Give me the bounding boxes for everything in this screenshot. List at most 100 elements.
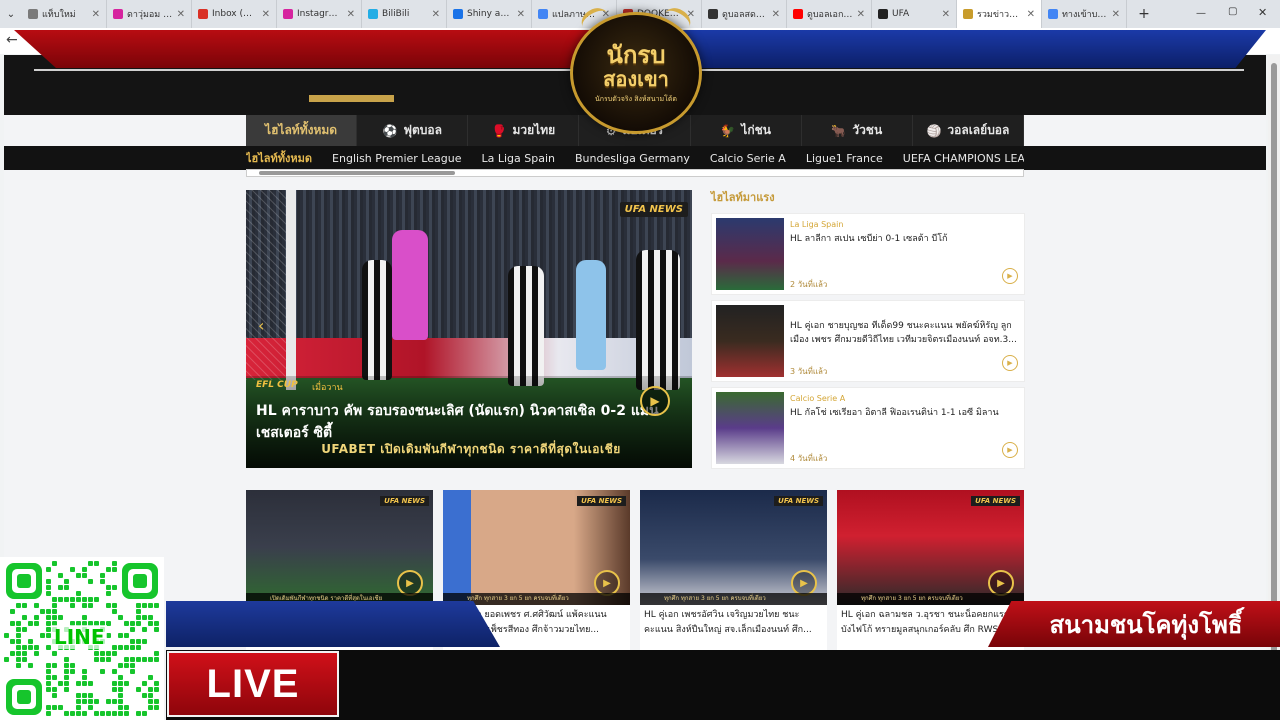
qr-module	[100, 651, 105, 656]
video-title[interactable]: HL คู่เอก เพชรอัศวิน เจริญมวยไทย ชนะ คะแ…	[644, 608, 822, 638]
browser-tab[interactable]: รวมข่าวกีฬา ข่า ✕	[957, 0, 1042, 28]
tab-label: แท็บใหม่	[42, 10, 76, 20]
play-icon[interactable]: ▶	[1002, 355, 1018, 371]
qr-module	[88, 597, 93, 602]
hero-highlight[interactable]: UFA NEWS EFL CUP เมื่อวาน HL คาราบาว คัพ…	[246, 190, 692, 468]
browser-tab[interactable]: BiliBili ✕	[362, 0, 447, 28]
thumbnail-strip: ทุกศึก ทุกสาย 3 ยก 5 ยก ครบจบที่เดียว	[640, 593, 827, 605]
tab-close-icon[interactable]: ✕	[772, 9, 780, 20]
tab-favicon-icon	[1048, 9, 1058, 19]
trending-title-text[interactable]: HL กัลโช่ เซเรียอา อิตาลี ฟิออเรนติน่า 1…	[790, 406, 1018, 420]
play-icon[interactable]: ▶	[640, 386, 670, 416]
nav-tab-label: ไก่ชน	[741, 123, 771, 137]
browser-tab[interactable]: Instagram ✕	[277, 0, 362, 28]
qr-module	[130, 657, 135, 662]
trending-title-text[interactable]: HL ลาลีกา สเปน เซบีย่า 0-1 เซลต้า บีโก้	[790, 232, 1018, 246]
tab-favicon-icon	[878, 9, 888, 19]
goalkeeper-figure	[392, 230, 428, 340]
goal-net	[246, 190, 286, 380]
tab-close-icon[interactable]: ✕	[92, 9, 100, 20]
tab-close-icon[interactable]: ✕	[177, 9, 185, 20]
trending-card[interactable]: La Liga Spain HL ลาลีกา สเปน เซบีย่า 0-1 …	[711, 213, 1025, 295]
qr-module	[94, 561, 99, 566]
browser-tab[interactable]: Inbox (138) • ✕	[192, 0, 277, 28]
league-link[interactable]: UEFA CHAMPIONS LEAGUE	[903, 152, 1024, 165]
video-card[interactable]: UFA NEWS ▶ ทุกศึก ทุกสาย 3 ยก 5 ยก ครบจบที…	[640, 490, 827, 655]
tab-close-icon[interactable]: ✕	[857, 9, 865, 20]
trending-time: 4 วันที่แล้ว	[790, 454, 828, 463]
qr-module	[106, 603, 111, 608]
qr-module	[148, 675, 153, 680]
tab-label: ทางเข้าบอลดี	[1062, 10, 1108, 20]
qr-module	[22, 627, 27, 632]
browser-tab[interactable]: ดูบอลเอกยสด ✕	[787, 0, 872, 28]
play-icon[interactable]: ▶	[1002, 442, 1018, 458]
qr-module	[154, 627, 159, 632]
nav-tab-label: ไฮไลท์ทั้งหมด	[265, 123, 338, 137]
nav-tab[interactable]: ⚽ ฟุตบอล	[357, 115, 469, 146]
qr-module	[70, 711, 75, 716]
qr-module	[136, 609, 141, 614]
browser-tab[interactable]: แท็บใหม่ ✕	[22, 0, 107, 28]
nav-tab[interactable]: 🥊 มวยไทย	[468, 115, 580, 146]
new-tab-button[interactable]: +	[1132, 6, 1156, 22]
qr-module	[154, 687, 159, 692]
maximize-icon[interactable]: ▢	[1228, 6, 1237, 17]
league-link[interactable]: ไฮไลท์ทั้งหมด	[246, 149, 312, 167]
nav-tab[interactable]: ไฮไลท์ทั้งหมด	[246, 115, 358, 146]
qr-module	[34, 651, 39, 656]
qr-module	[130, 645, 135, 650]
qr-module	[88, 693, 93, 698]
qr-module	[88, 705, 93, 710]
hero-title[interactable]: HL คาราบาว คัพ รอบรองชนะเลิศ (นัดแรก) นิ…	[256, 400, 676, 444]
tab-close-icon[interactable]: ✕	[1027, 9, 1035, 20]
trending-title-text[interactable]: HL คู่เอก ชายบุญชอ ทีเด็ด99 ชนะคะแนน พยั…	[790, 319, 1018, 347]
overlay-lower-blue-band	[166, 601, 500, 647]
nav-tab[interactable]: 🏐 วอลเลย์บอล	[913, 115, 1024, 146]
trending-card[interactable]: Calcio Serie A HL กัลโช่ เซเรียอา อิตาลี …	[711, 387, 1025, 469]
league-link[interactable]: Ligue1 France	[806, 152, 883, 165]
tab-close-icon[interactable]: ✕	[432, 9, 440, 20]
browser-tab[interactable]: ทางเข้าบอลดี ✕	[1042, 0, 1127, 28]
qr-module	[142, 711, 147, 716]
league-link[interactable]: La Liga Spain	[481, 152, 555, 165]
player-figure	[636, 250, 680, 390]
subnav-scrollbar[interactable]	[246, 169, 1024, 177]
page-scroll-thumb[interactable]	[1271, 63, 1277, 683]
carousel-prev-icon[interactable]: ‹	[258, 316, 264, 335]
tab-close-icon[interactable]: ✕	[942, 9, 950, 20]
qr-module	[106, 621, 111, 626]
league-link[interactable]: Calcio Serie A	[710, 152, 786, 165]
tab-close-icon[interactable]: ✕	[517, 9, 525, 20]
trending-card[interactable]: HL คู่เอก ชายบุญชอ ทีเด็ด99 ชนะคะแนน พยั…	[711, 300, 1025, 382]
qr-module	[82, 693, 87, 698]
qr-module	[46, 585, 51, 590]
trending-title: ไฮไลท์มาแรง	[711, 191, 775, 204]
qr-module	[46, 567, 51, 572]
browser-tab[interactable]: UFA ✕	[872, 0, 957, 28]
qr-module	[76, 705, 81, 710]
video-card[interactable]: UFA NEWS ▶ ทุกศึก ทุกสาย 3 ยก 5 ยก ครบจบที…	[837, 490, 1024, 655]
close-window-icon[interactable]: ✕	[1258, 6, 1267, 19]
tab-close-icon[interactable]: ✕	[1112, 9, 1120, 20]
league-link[interactable]: Bundesliga Germany	[575, 152, 690, 165]
qr-module	[10, 651, 15, 656]
tab-close-icon[interactable]: ✕	[262, 9, 270, 20]
league-link[interactable]: English Premier League	[332, 152, 461, 165]
tab-close-icon[interactable]: ✕	[347, 9, 355, 20]
qr-module	[52, 663, 57, 668]
tab-list-chevron-icon[interactable]: ⌄	[0, 9, 22, 20]
subnav-scroll-thumb[interactable]	[259, 171, 455, 175]
video-thumbnail: UFA NEWS ▶ ทุกศึก ทุกสาย 3 ยก 5 ยก ครบจบที…	[837, 490, 1024, 605]
browser-tab[interactable]: Shiny and go ✕	[447, 0, 532, 28]
minimize-icon[interactable]: —	[1196, 8, 1206, 19]
video-thumbnail: UFA NEWS ▶ เปิดเดิมพันกีฬาทุกชนิด ราคาดีที…	[246, 490, 433, 605]
qr-module	[52, 705, 57, 710]
browser-tab[interactable]: ดูบอลสดวันนี้ ดู ✕	[702, 0, 787, 28]
browser-tab[interactable]: ดาวุ่มอม • Ins ✕	[107, 0, 192, 28]
play-icon[interactable]: ▶	[1002, 268, 1018, 284]
nav-tab[interactable]: 🐓 ไก่ชน	[691, 115, 802, 146]
nav-tab[interactable]: 🐂 วัวชน	[802, 115, 913, 146]
video-title[interactable]: HL คู่เอก ฉลามชล ว.อุรชา ชนะน็อคยกแรก บั…	[841, 608, 1019, 638]
qr-module	[46, 627, 51, 632]
